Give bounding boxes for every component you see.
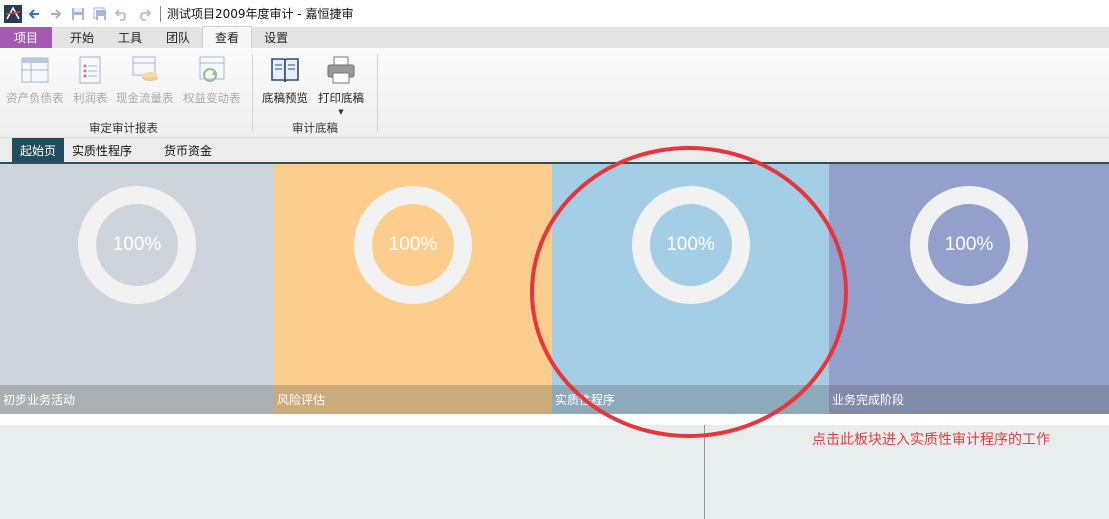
progress-ring: 100% bbox=[631, 186, 750, 304]
income-statement-button[interactable]: 利润表 bbox=[73, 54, 108, 106]
app-logo-icon bbox=[4, 4, 22, 23]
progress-value: 100% bbox=[112, 234, 162, 255]
save-icon[interactable] bbox=[68, 4, 88, 24]
equity-changes-label: 权益变动表 bbox=[183, 91, 241, 105]
balance-sheet-label: 资产负债表 bbox=[6, 91, 64, 105]
doc-tab-start-page[interactable]: 起始页 bbox=[12, 138, 65, 162]
doc-tab-substantive-procedures[interactable]: 实质性程序 bbox=[64, 138, 140, 162]
tab-settings[interactable]: 设置 bbox=[252, 27, 300, 48]
tile-label: 初步业务活动 bbox=[3, 393, 76, 407]
equity-changes-button[interactable]: 权益变动表 bbox=[183, 54, 241, 106]
divider-strip bbox=[0, 414, 1109, 425]
tile-substantive-procedures[interactable]: 100% 实质性程序 bbox=[552, 164, 829, 414]
group-label-working-papers: 审计底稿 bbox=[292, 121, 338, 135]
cash-flow-label: 现金流量表 bbox=[116, 91, 174, 105]
progress-value: 100% bbox=[666, 234, 715, 255]
progress-ring: 100% bbox=[78, 186, 196, 304]
tile-label: 实质性程序 bbox=[555, 393, 616, 407]
income-statement-label: 利润表 bbox=[73, 91, 108, 105]
group-separator bbox=[377, 54, 378, 132]
tile-preliminary-activities[interactable]: 100% 初步业务活动 bbox=[0, 164, 274, 414]
tile-footer: 风险评估 bbox=[274, 385, 552, 414]
tile-risk-assessment[interactable]: 100% 风险评估 bbox=[274, 164, 552, 414]
ribbon-tabs: 项目 开始 工具 团队 查看 设置 bbox=[0, 26, 1109, 48]
tab-start[interactable]: 开始 bbox=[58, 27, 106, 48]
print-papers-label: 打印底稿 bbox=[318, 91, 364, 105]
forward-icon[interactable] bbox=[46, 4, 66, 24]
group-audited-statements: 资产负债表 利润表 现金流量表 权益变动表 审定审计报表 bbox=[0, 48, 252, 138]
title-bar: 测试项目2009年度审计 - 嘉恒捷审 bbox=[0, 0, 1109, 27]
save-all-icon[interactable] bbox=[90, 4, 110, 24]
cash-flow-icon bbox=[129, 54, 161, 86]
progress-ring: 100% bbox=[910, 186, 1028, 304]
printer-icon bbox=[325, 54, 357, 86]
doc-tab-monetary-funds[interactable]: 货币资金 bbox=[156, 138, 220, 162]
tile-footer: 实质性程序 bbox=[552, 385, 829, 414]
pane-splitter[interactable] bbox=[704, 425, 705, 519]
progress-value: 100% bbox=[388, 234, 438, 255]
book-preview-icon bbox=[269, 54, 301, 86]
tab-team[interactable]: 团队 bbox=[154, 27, 202, 48]
toolbar-separator bbox=[160, 5, 161, 22]
tile-label: 风险评估 bbox=[277, 393, 326, 407]
cash-flow-button[interactable]: 现金流量表 bbox=[116, 54, 174, 106]
progress-ring: 100% bbox=[354, 186, 472, 304]
preview-papers-label: 底稿预览 bbox=[262, 91, 308, 105]
dropdown-arrow-icon[interactable]: ▼ bbox=[338, 108, 343, 116]
tab-project[interactable]: 项目 bbox=[0, 27, 52, 48]
tab-tools[interactable]: 工具 bbox=[106, 27, 154, 48]
window-title: 测试项目2009年度审计 - 嘉恒捷审 bbox=[167, 7, 354, 21]
document-tabs: 起始页 实质性程序 货币资金 bbox=[0, 138, 1109, 164]
group-label-audited-statements: 审定审计报表 bbox=[89, 121, 158, 135]
ribbon-panel: 资产负债表 利润表 现金流量表 权益变动表 审定审计报表 底稿预览 打印底稿 ▼… bbox=[0, 48, 1109, 138]
tile-footer: 业务完成阶段 bbox=[829, 385, 1109, 414]
redo-icon[interactable] bbox=[134, 4, 154, 24]
tile-label: 业务完成阶段 bbox=[832, 393, 905, 407]
group-working-papers: 底稿预览 打印底稿 ▼ 审计底稿 bbox=[253, 48, 377, 138]
tile-footer: 初步业务活动 bbox=[0, 385, 274, 414]
back-icon[interactable] bbox=[24, 4, 44, 24]
annotation-text: 点击此板块进入实质性审计程序的工作 bbox=[812, 432, 1050, 448]
stage-tiles: 100% 初步业务活动 100% 风险评估 100% 实质性程序 100% 业务… bbox=[0, 164, 1109, 414]
balance-sheet-icon bbox=[19, 54, 51, 86]
tile-completion-stage[interactable]: 100% 业务完成阶段 bbox=[829, 164, 1109, 414]
undo-icon[interactable] bbox=[112, 4, 132, 24]
income-statement-icon bbox=[74, 54, 106, 86]
equity-changes-icon bbox=[196, 54, 228, 86]
preview-papers-button[interactable]: 底稿预览 bbox=[262, 54, 308, 106]
progress-value: 100% bbox=[944, 234, 994, 255]
print-papers-button[interactable]: 打印底稿 ▼ bbox=[318, 54, 364, 116]
balance-sheet-button[interactable]: 资产负债表 bbox=[6, 54, 64, 106]
tab-view[interactable]: 查看 bbox=[202, 26, 253, 48]
